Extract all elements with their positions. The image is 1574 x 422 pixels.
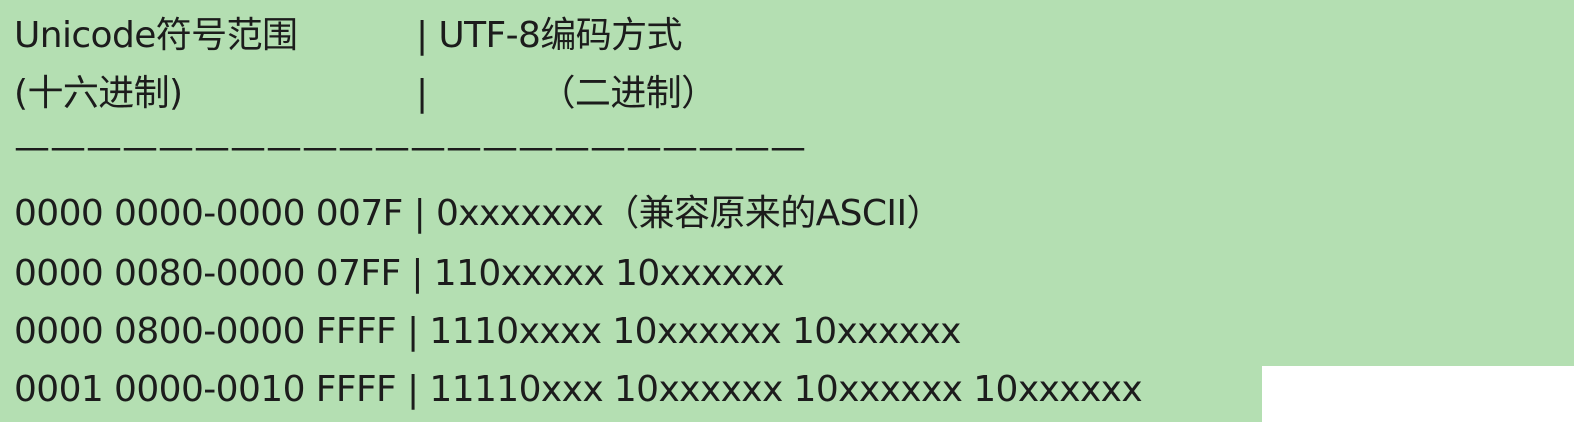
row-separator: | <box>411 253 423 294</box>
row-range: 0000 0800-0000 FFFF <box>14 311 397 352</box>
image-crop-edge <box>1262 366 1574 422</box>
row-range: 0000 0080-0000 07FF <box>14 253 401 294</box>
header-utf8-encoding-label: | UTF-8编码方式 <box>416 15 683 56</box>
row-encoding: 0xxxxxxx（兼容原来的ASCII） <box>435 193 942 234</box>
header-hex-note: (十六进制) <box>14 73 183 114</box>
table-row: 0000 0080-0000 07FF | 110xxxxx 10xxxxxx <box>14 252 785 296</box>
row-range: 0001 0000-0010 FFFF <box>14 369 397 410</box>
table-row: 0000 0800-0000 FFFF | 1110xxxx 10xxxxxx … <box>14 310 961 354</box>
divider-line: —————————————————————— <box>14 127 806 168</box>
header-binary-note: （二进制） <box>539 73 718 114</box>
row-separator: | <box>407 369 419 410</box>
header-unicode-range-label: Unicode符号范围 <box>14 15 298 56</box>
row-range: 0000 0000-0000 007F <box>14 193 403 234</box>
header-separator: | <box>416 73 428 114</box>
row-encoding: 1110xxxx 10xxxxxx 10xxxxxx <box>429 311 961 352</box>
utf8-table-panel: Unicode符号范围 | UTF-8编码方式 (十六进制) | （二进制） ————… <box>0 0 1574 422</box>
row-encoding: 110xxxxx 10xxxxxx <box>433 253 785 294</box>
row-encoding: 11110xxx 10xxxxxx 10xxxxxx 10xxxxxx <box>429 369 1143 410</box>
row-separator: | <box>407 311 419 352</box>
table-row: 0001 0000-0010 FFFF | 11110xxx 10xxxxxx … <box>14 368 1143 412</box>
header-row-1: Unicode符号范围 | UTF-8编码方式 <box>14 14 683 58</box>
row-separator: | <box>413 193 426 234</box>
table-row: 0000 0000-0000 007F | 0xxxxxxx（兼容原来的ASCI… <box>14 192 942 236</box>
header-row-2: (十六进制) | （二进制） <box>14 72 717 116</box>
